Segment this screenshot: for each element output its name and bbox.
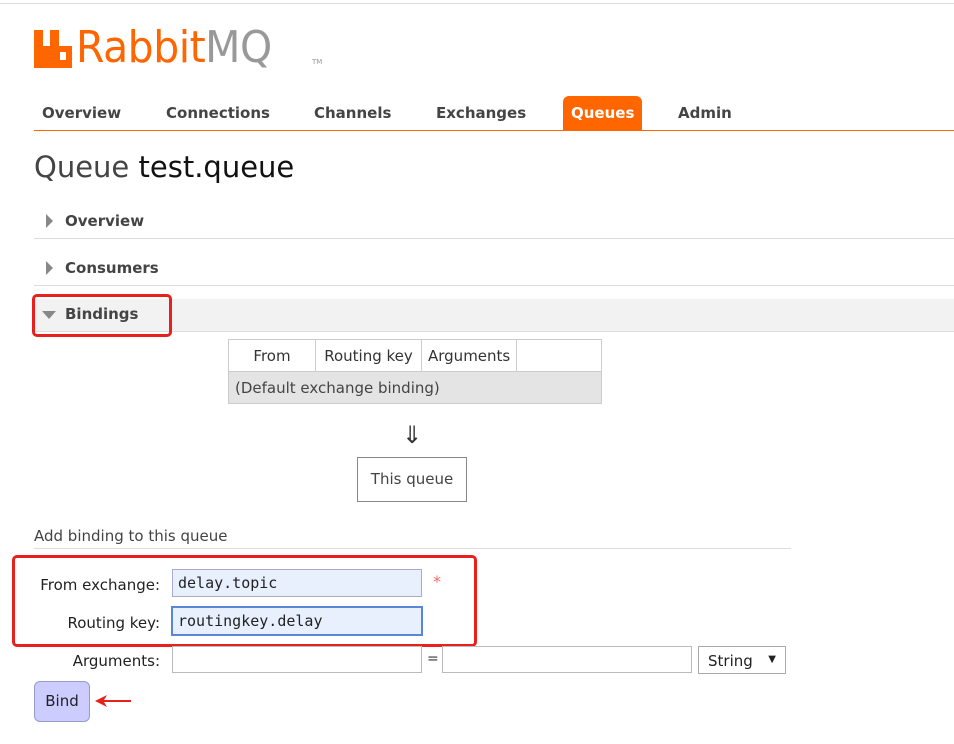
dropdown-caret-icon: ▼: [768, 654, 776, 665]
column-header-actions: [516, 339, 603, 372]
trademark: TM: [312, 58, 323, 66]
argument-type-select[interactable]: String ▼: [698, 646, 786, 674]
section-consumers-label: Consumers: [65, 259, 159, 277]
page-title: Queue test.queue: [34, 150, 294, 184]
table-row: (Default exchange binding): [227, 371, 603, 404]
queue-name: test.queue: [138, 150, 295, 184]
expand-arrow-icon: [46, 261, 53, 275]
nav-connections[interactable]: Connections: [158, 96, 278, 130]
nav-overview[interactable]: Overview: [34, 96, 129, 130]
routing-key-input[interactable]: [171, 606, 423, 636]
down-arrow-icon: ⇓: [402, 421, 423, 449]
this-queue-box: This queue: [357, 457, 467, 502]
from-exchange-input[interactable]: [172, 569, 422, 597]
bindings-table: From Routing key Arguments (Default exch…: [227, 339, 603, 404]
nav-admin[interactable]: Admin: [670, 96, 740, 130]
nav-channels[interactable]: Channels: [306, 96, 399, 130]
main-nav: Overview Connections Channels Exchanges …: [34, 96, 954, 131]
top-divider: [0, 3, 954, 4]
column-header-from: From: [228, 339, 316, 372]
default-binding-cell: (Default exchange binding): [227, 371, 603, 404]
page-title-prefix: Queue: [34, 150, 130, 184]
add-binding-divider: [34, 548, 791, 549]
equals-sign: =: [427, 651, 439, 667]
logo-wordmark: RabbitMQ: [76, 22, 272, 73]
column-header-routing-key: Routing key: [315, 339, 422, 372]
collapse-arrow-icon: [42, 311, 56, 319]
argument-type-value: String: [708, 652, 753, 670]
routing-key-label: Routing key:: [67, 614, 161, 632]
section-overview[interactable]: Overview: [34, 206, 954, 239]
section-bindings[interactable]: Bindings: [34, 299, 954, 332]
nav-exchanges[interactable]: Exchanges: [428, 96, 534, 130]
from-exchange-label: From exchange:: [40, 576, 160, 594]
column-header-arguments: Arguments: [420, 339, 518, 372]
arguments-label: Arguments:: [72, 652, 160, 670]
nav-queues[interactable]: Queues: [563, 96, 643, 130]
required-mark: *: [433, 572, 441, 591]
rabbitmq-logo-icon: [34, 30, 72, 68]
argument-key-input[interactable]: [172, 646, 422, 673]
red-pointer-arrow-icon: [95, 695, 131, 707]
expand-arrow-icon: [46, 214, 53, 228]
argument-value-input[interactable]: [442, 646, 692, 673]
bind-button[interactable]: Bind: [34, 681, 90, 722]
add-binding-title: Add binding to this queue: [34, 527, 228, 545]
section-overview-label: Overview: [65, 212, 145, 230]
section-bindings-label: Bindings: [65, 305, 139, 323]
section-consumers[interactable]: Consumers: [34, 253, 954, 286]
table-header-row: From Routing key Arguments: [228, 339, 603, 372]
